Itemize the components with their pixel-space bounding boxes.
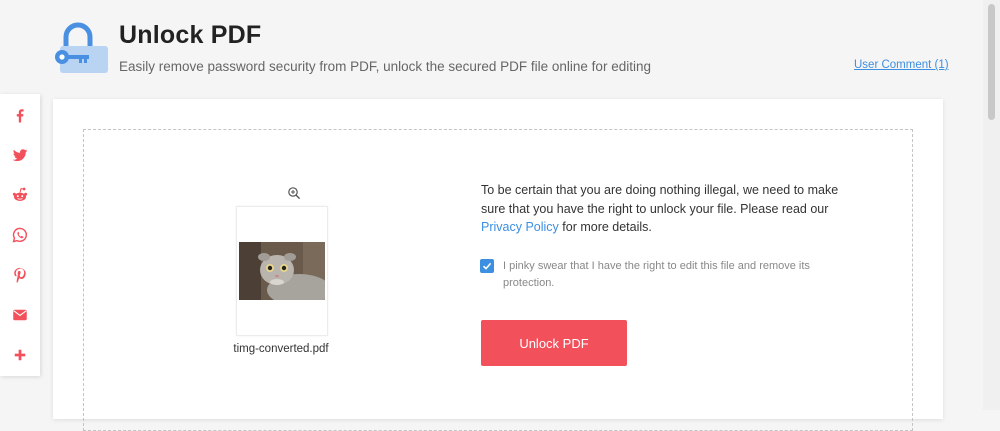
checkmark-icon (482, 262, 492, 270)
unlock-pdf-button[interactable]: Unlock PDF (481, 320, 627, 366)
privacy-policy-link[interactable]: Privacy Policy (481, 220, 559, 234)
vertical-scrollbar[interactable] (983, 0, 1000, 410)
page-subtitle: Easily remove password security from PDF… (119, 59, 651, 74)
scrollbar-thumb[interactable] (988, 4, 995, 120)
whatsapp-icon[interactable] (10, 225, 30, 245)
reddit-icon[interactable] (10, 185, 30, 205)
pinterest-icon[interactable] (10, 265, 30, 285)
notice-text: To be certain that you are doing nothing… (481, 183, 839, 216)
email-icon[interactable] (10, 305, 30, 325)
twitter-icon[interactable] (10, 145, 30, 165)
file-name: timg-converted.pdf (233, 343, 329, 355)
notice-text-end: for more details. (558, 220, 652, 234)
facebook-icon[interactable] (10, 105, 30, 125)
share-sidebar (0, 94, 40, 376)
cat-photo (239, 242, 325, 300)
user-comment-link[interactable]: User Comment (1) (854, 59, 949, 71)
consent-checkbox[interactable] (480, 259, 494, 273)
file-thumbnail[interactable] (236, 206, 328, 336)
plus-icon[interactable] (10, 345, 30, 365)
zoom-in-icon[interactable] (287, 186, 301, 200)
legal-notice: To be certain that you are doing nothing… (481, 181, 846, 237)
page-title: Unlock PDF (119, 21, 262, 49)
consent-label: I pinky swear that I have the right to e… (503, 260, 810, 289)
lock-key-icon (52, 22, 110, 76)
